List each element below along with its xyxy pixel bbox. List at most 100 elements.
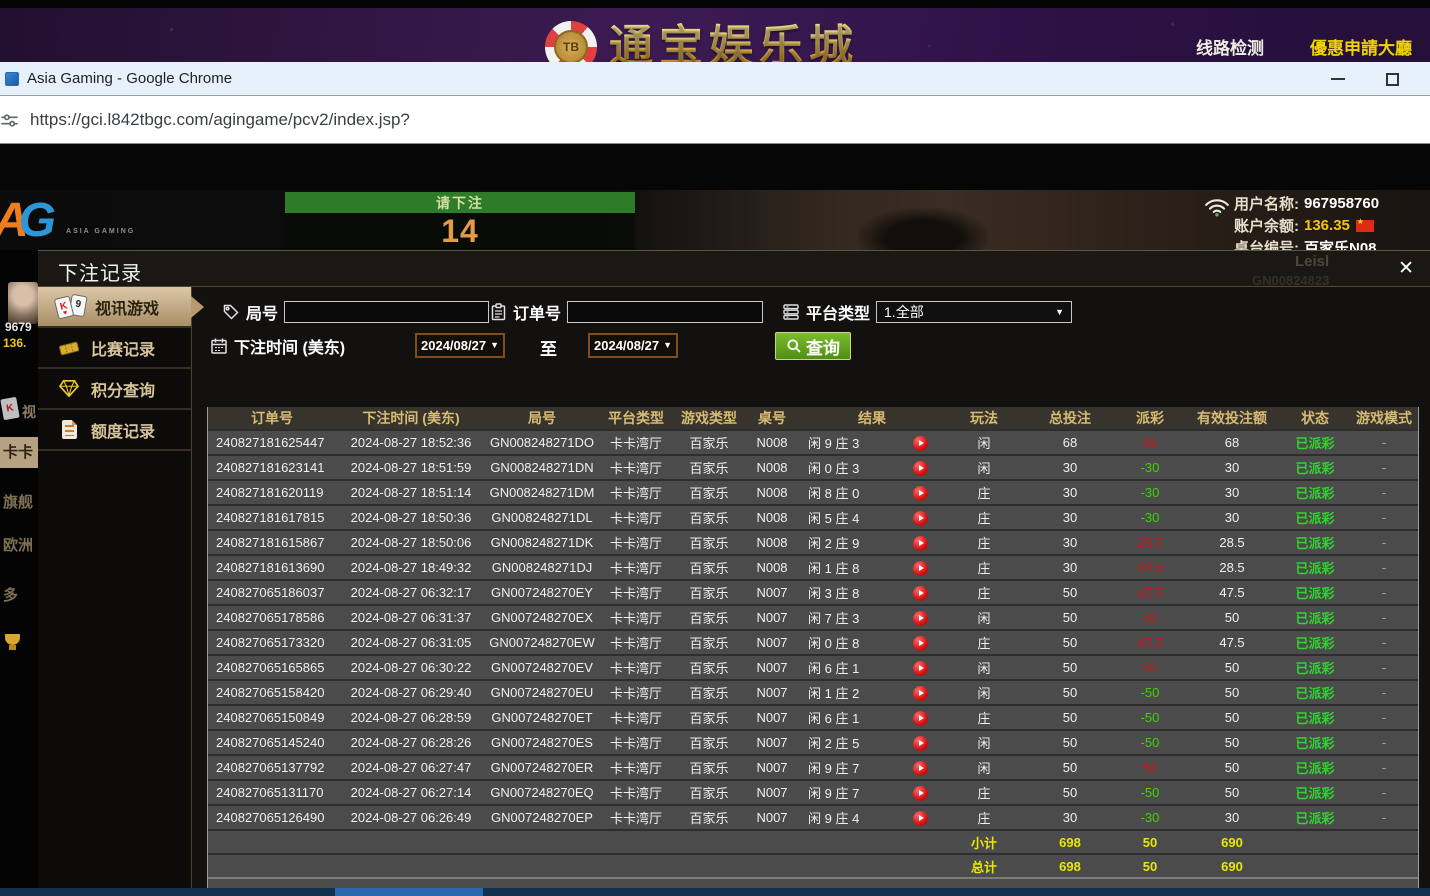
table-row: 2408270651658652024-08-27 06:30:22GN0072… — [208, 655, 1418, 680]
cell-platform: 卡卡湾厅 — [598, 605, 674, 630]
round-input[interactable] — [284, 301, 489, 323]
cell-round-id: GN007248270EX — [486, 605, 598, 630]
column-header: 状态 — [1280, 407, 1350, 430]
cell-replay — [896, 655, 944, 680]
cell-result: 闲 9 庄 3 — [800, 430, 896, 455]
play-video-icon[interactable] — [913, 636, 928, 651]
cell-valid-bet: 50 — [1184, 705, 1280, 730]
platform-select[interactable]: 1.全部 ▼ — [876, 301, 1072, 323]
username-label: 用户名称: — [1234, 193, 1299, 214]
spacer — [1280, 830, 1418, 854]
play-video-icon[interactable] — [913, 761, 928, 776]
gem-icon — [56, 379, 82, 398]
cell-total-bet: 50 — [1024, 755, 1116, 780]
play-video-icon[interactable] — [913, 586, 928, 601]
cell-result: 闲 3 庄 8 — [800, 580, 896, 605]
tab-label: 额度记录 — [91, 418, 155, 442]
tab-match-records[interactable]: 比赛记录 — [38, 328, 191, 369]
cell-bet-side: 庄 — [944, 780, 1024, 805]
tag-icon — [222, 303, 240, 321]
date-from-picker[interactable]: 2024/08/27 ▼ — [415, 333, 505, 358]
cell-round-id: GN007248270ER — [486, 755, 598, 780]
cell-platform: 卡卡湾厅 — [598, 630, 674, 655]
cell-mode: - — [1350, 530, 1418, 555]
table-row: 2408270651785862024-08-27 06:31:37GN0072… — [208, 605, 1418, 630]
cell-mode: - — [1350, 555, 1418, 580]
play-video-icon[interactable] — [913, 436, 928, 451]
records-table-panel: 订单号下注时间 (美东)局号平台类型游戏类型桌号结果玩法总投注派彩有效投注额状态… — [207, 407, 1419, 888]
cell-replay — [896, 755, 944, 780]
play-video-icon[interactable] — [913, 686, 928, 701]
cell-bet-side: 庄 — [944, 530, 1024, 555]
cell-status: 已派彩 — [1280, 805, 1350, 830]
lobby-item-europe[interactable]: 欧洲 — [3, 534, 33, 555]
cell-total-bet: 50 — [1024, 630, 1116, 655]
play-video-icon[interactable] — [913, 461, 928, 476]
cell-payout: 47.5 — [1116, 580, 1184, 605]
cell-order-id: 240827181615867 — [208, 530, 336, 555]
cell-order-id: 240827065178586 — [208, 605, 336, 630]
lobby-item-flagship[interactable]: 旗舰 — [3, 491, 33, 512]
cell-bet-time: 2024-08-27 18:52:36 — [336, 430, 486, 455]
cell-payout: -30 — [1116, 505, 1184, 530]
cell-round-id: GN007248270EP — [486, 805, 598, 830]
url-bar[interactable]: https://gci.l842tbgc.com/agingame/pcv2/i… — [0, 96, 1430, 144]
chrome-titlebar[interactable]: Asia Gaming - Google Chrome — [0, 62, 1430, 96]
sum-valid-bet: 690 — [1184, 854, 1280, 878]
cell-round-id: GN008248271DO — [486, 430, 598, 455]
search-button[interactable]: 查询 — [775, 332, 851, 360]
cell-valid-bet: 47.5 — [1184, 630, 1280, 655]
maximize-button[interactable] — [1372, 62, 1412, 96]
cell-total-bet: 30 — [1024, 455, 1116, 480]
lobby-item-kaka[interactable]: 卡卡 — [0, 437, 38, 468]
dialog-titlebar: 下注记录 ✕ — [38, 251, 1430, 287]
date-to-picker[interactable]: 2024/08/27 ▼ — [588, 333, 678, 358]
scrollbar-thumb[interactable] — [335, 888, 483, 896]
play-video-icon[interactable] — [913, 611, 928, 626]
cell-platform: 卡卡湾厅 — [598, 455, 674, 480]
wifi-icon — [1204, 197, 1230, 217]
cell-bet-side: 闲 — [944, 755, 1024, 780]
cell-bet-time: 2024-08-27 18:49:32 — [336, 555, 486, 580]
line-check-link[interactable]: 线路检测 — [1196, 34, 1264, 59]
url-text[interactable]: https://gci.l842tbgc.com/agingame/pcv2/i… — [30, 110, 410, 130]
play-video-icon[interactable] — [913, 486, 928, 501]
horizontal-scrollbar[interactable] — [0, 888, 1430, 896]
tab-credit-records[interactable]: 额度记录 — [38, 410, 191, 451]
to-label: 至 — [540, 335, 557, 360]
site-settings-icon[interactable] — [1, 112, 18, 129]
play-video-icon[interactable] — [913, 536, 928, 551]
play-video-icon[interactable] — [913, 811, 928, 826]
balance-label: 账户余额: — [1234, 215, 1299, 236]
promo-hall-link[interactable]: 優惠申請大廳 — [1310, 34, 1412, 59]
cell-status: 已派彩 — [1280, 655, 1350, 680]
play-video-icon[interactable] — [913, 786, 928, 801]
cell-valid-bet: 68 — [1184, 430, 1280, 455]
cell-valid-bet: 50 — [1184, 755, 1280, 780]
cell-game-type: 百家乐 — [674, 755, 744, 780]
close-icon[interactable]: ✕ — [1398, 257, 1414, 280]
cell-round-id: GN008248271DJ — [486, 555, 598, 580]
tab-points-query[interactable]: 积分查询 — [38, 369, 191, 410]
balance-value: 136.35 — [1304, 217, 1350, 234]
cell-platform: 卡卡湾厅 — [598, 780, 674, 805]
cell-result: 闲 1 庄 2 — [800, 680, 896, 705]
minimize-button[interactable] — [1318, 62, 1358, 96]
table-row: 2408270651508492024-08-27 06:28:59GN0072… — [208, 705, 1418, 730]
order-input[interactable] — [567, 301, 763, 323]
cell-bet-time: 2024-08-27 18:50:06 — [336, 530, 486, 555]
play-video-icon[interactable] — [913, 711, 928, 726]
platform-label: 平台类型 — [806, 300, 870, 324]
site-brand: TB 通宝娱乐城 — [545, 21, 859, 62]
bet-time-filter: 下注时间 (美东) — [210, 333, 345, 359]
lobby-video-fragment: 视 — [22, 402, 36, 422]
play-video-icon[interactable] — [913, 511, 928, 526]
play-video-icon[interactable] — [913, 736, 928, 751]
tab-video-games[interactable]: 9 K♥ 视讯游戏 — [38, 287, 191, 328]
play-video-icon[interactable] — [913, 561, 928, 576]
lobby-item-multi[interactable]: 多 — [3, 584, 18, 605]
play-video-icon[interactable] — [913, 661, 928, 676]
cell-result: 闲 8 庄 0 — [800, 480, 896, 505]
cell-mode: - — [1350, 755, 1418, 780]
cell-order-id: 240827181620119 — [208, 480, 336, 505]
